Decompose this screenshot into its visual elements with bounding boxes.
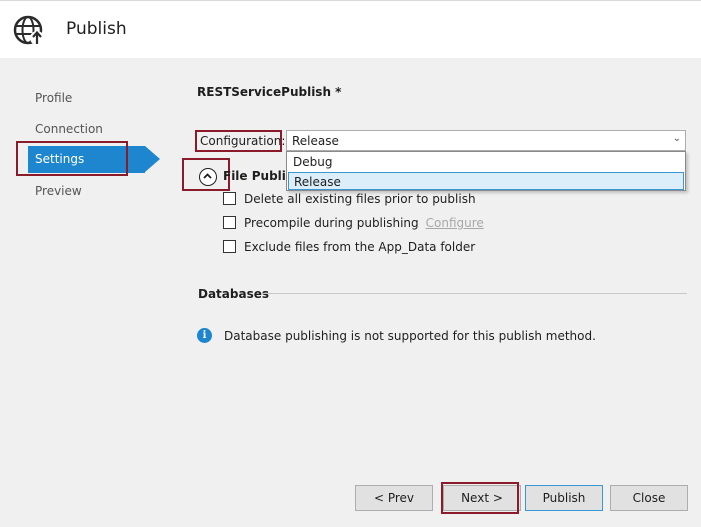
databases-message: Database publishing is not supported for… [224,329,596,343]
chevron-down-icon: ⌄ [672,133,681,144]
option-precompile-label: Precompile during publishing [244,216,419,230]
configuration-selected-value: Release [292,134,339,148]
header: Publish [0,0,701,58]
dropdown-option-debug[interactable]: Debug [288,153,684,171]
checkbox-exclude-app-data[interactable] [223,240,236,253]
nav-item-connection[interactable]: Connection [35,122,103,136]
option-delete-existing[interactable]: Delete all existing files prior to publi… [223,192,476,206]
nav-item-preview[interactable]: Preview [35,184,82,198]
configuration-select[interactable]: Release ⌄ [286,130,686,151]
highlight-box-settings [16,141,128,176]
info-icon: i [197,328,212,343]
configure-link[interactable]: Configure [426,216,484,230]
dropdown-option-release[interactable]: Release [288,172,684,190]
globe-publish-icon [13,15,44,45]
databases-title: Databases [198,287,270,301]
profile-name: RESTServicePublish * [197,85,342,99]
highlight-box-next [441,482,519,514]
checkbox-precompile[interactable] [223,216,236,229]
option-exclude-app-data[interactable]: Exclude files from the App_Data folder [223,240,475,254]
nav-item-profile[interactable]: Profile [35,91,72,105]
publish-button[interactable]: Publish [525,485,603,511]
page-title: Publish [66,19,127,39]
prev-button[interactable]: < Prev [355,485,433,511]
option-precompile[interactable]: Precompile during publishing Configure [223,216,484,230]
option-exclude-app-data-label: Exclude files from the App_Data folder [244,240,476,254]
configuration-dropdown-list: Debug Release [286,151,686,191]
checkbox-delete-existing[interactable] [223,192,236,205]
section-divider [261,293,687,294]
option-delete-existing-label: Delete all existing files prior to publi… [244,192,476,206]
highlight-box-configuration [195,130,282,152]
nav-selected-arrow [145,146,160,172]
close-button[interactable]: Close [610,485,688,511]
